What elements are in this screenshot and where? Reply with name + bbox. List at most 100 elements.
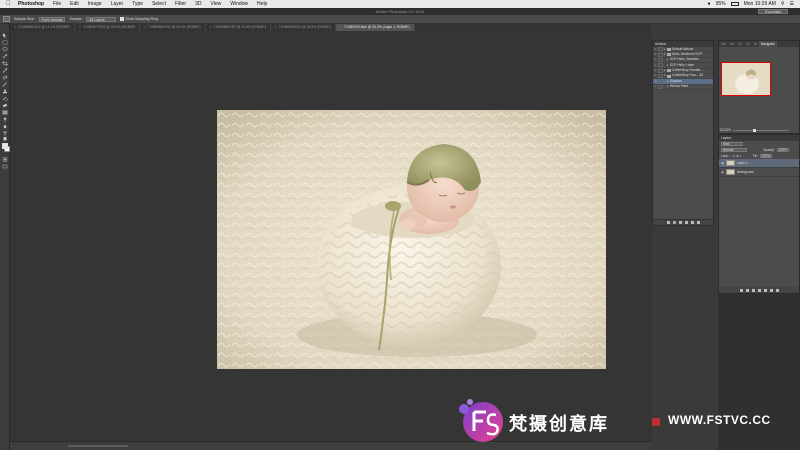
doc-tab[interactable]: × 71SB0851CR2 @ 11.1% (RGB/8*) [10, 24, 75, 31]
dodge-tool-icon[interactable] [2, 117, 8, 122]
clone-stamp-tool-icon[interactable] [2, 89, 8, 94]
dialog-toggle-icon[interactable] [658, 63, 663, 68]
eyedropper-tool-icon[interactable] [2, 68, 8, 73]
search-icon[interactable]: ⚲ [781, 1, 785, 7]
close-icon[interactable]: × [144, 25, 146, 29]
marquee-tool-icon[interactable] [2, 40, 8, 45]
dialog-toggle-icon[interactable] [658, 57, 663, 62]
new-layer-icon[interactable] [769, 288, 773, 292]
brush-tool-icon[interactable] [2, 82, 8, 87]
sample-select[interactable]: All Layers [86, 16, 117, 22]
layer-row-selected[interactable]: ◉ Layer 1 [719, 159, 799, 168]
checkbox-icon[interactable] [120, 17, 125, 22]
fill-input[interactable]: 100% [759, 154, 773, 158]
layer-row[interactable]: ◉ Background [719, 168, 799, 177]
hand-tool-icon[interactable] [2, 136, 8, 141]
action-item[interactable]: ✓ ▸ Wet as Paint [653, 84, 713, 91]
document-canvas[interactable] [10, 31, 652, 441]
clock[interactable]: Mon 10:29 AM [744, 1, 776, 7]
blend-mode-select[interactable]: Normal [721, 148, 747, 152]
move-tool-icon[interactable] [2, 33, 8, 38]
tab-color[interactable]: Co [736, 41, 744, 47]
lasso-tool-icon[interactable] [2, 47, 8, 52]
play-icon[interactable] [678, 221, 682, 224]
doc-tab[interactable]: × 71SB0883CR2 @ 33.3% (RGB/8*) [206, 24, 271, 31]
menu-help[interactable]: Help [257, 1, 267, 7]
group-icon[interactable] [763, 288, 767, 292]
slider-knob[interactable] [753, 129, 756, 132]
doc-tab[interactable]: × 71SB0882CR2 @ 33.3% (RGB/8*) [140, 24, 206, 31]
new-action-icon[interactable] [690, 221, 694, 224]
menu-edit[interactable]: Edit [70, 1, 79, 7]
menu-file[interactable]: File [53, 1, 61, 7]
menu-window[interactable]: Window [230, 1, 248, 7]
menu-3d[interactable]: 3D [195, 1, 201, 7]
history-brush-tool-icon[interactable] [2, 96, 8, 101]
screen-mode-icon[interactable] [2, 164, 8, 169]
tab-navigator[interactable]: Navigator [759, 41, 777, 47]
menu-layer[interactable]: Layer [111, 1, 124, 7]
layer-name[interactable]: Background [737, 170, 754, 174]
horizontal-scrollbar[interactable] [68, 445, 128, 447]
show-sampling-ring-toggle[interactable]: Show Sampling Ring [120, 17, 158, 22]
crop-tool-icon[interactable] [2, 61, 8, 66]
dialog-toggle-icon[interactable] [658, 74, 663, 79]
menu-view[interactable]: View [211, 1, 222, 7]
dialog-toggle-icon[interactable] [658, 79, 663, 84]
dialog-toggle-icon[interactable] [658, 47, 663, 52]
eye-icon[interactable]: ◉ [719, 170, 726, 174]
eyedropper-preset-icon[interactable] [3, 16, 10, 22]
lock-icon[interactable]: ▫ ✎ ✥ ▪ [731, 153, 741, 159]
new-set-icon[interactable] [684, 221, 688, 224]
dialog-toggle-icon[interactable] [658, 84, 663, 89]
battery-icon[interactable] [730, 2, 739, 6]
sample-size-select[interactable]: Point Sample [38, 16, 66, 22]
navigator-zoom-slider[interactable] [733, 129, 789, 132]
menu-select[interactable]: Select [152, 1, 166, 7]
tab-history[interactable]: His [719, 41, 728, 47]
close-icon[interactable]: × [275, 25, 277, 29]
tab-paths[interactable]: Pa [744, 41, 752, 47]
workspace-switcher[interactable]: Essentials [758, 9, 788, 14]
healing-brush-tool-icon[interactable] [2, 75, 8, 80]
record-icon[interactable] [672, 221, 676, 224]
doc-tab-active[interactable]: × 71SB0910.tiwe @ 33.3% (Layer 1, RGB/8*) [336, 24, 415, 31]
gradient-tool-icon[interactable] [2, 110, 8, 115]
close-icon[interactable]: × [340, 25, 342, 29]
tab-swatches[interactable]: Sw [728, 41, 736, 47]
doc-tab[interactable]: × 71SB0903CR2 @ 33.3% (RGB/8*) [271, 24, 336, 31]
link-icon[interactable] [739, 288, 743, 292]
close-icon[interactable]: × [79, 25, 81, 29]
wifi-icon[interactable]: ● [708, 1, 711, 7]
navigator-zoom-value[interactable]: 33.33% [720, 128, 731, 132]
menu-list-icon[interactable]: ☰ [790, 1, 794, 7]
close-icon[interactable]: × [210, 25, 212, 29]
close-icon[interactable]: × [14, 25, 16, 29]
stop-icon[interactable] [666, 221, 670, 224]
newborn-photo[interactable] [217, 110, 606, 369]
doc-tab[interactable]: × 71SB0877CR2 @ 33.3% (RGB/8*) [75, 24, 141, 31]
trash-icon[interactable] [696, 221, 700, 224]
kind-filter-select[interactable]: Kind [721, 142, 743, 146]
eraser-tool-icon[interactable] [2, 103, 8, 108]
menu-filter[interactable]: Filter [175, 1, 186, 7]
navigator-thumbnail[interactable] [721, 62, 771, 96]
fx-icon[interactable] [745, 288, 749, 292]
app-menu[interactable]: Photoshop [18, 1, 44, 7]
layer-name[interactable]: Layer 1 [737, 161, 748, 165]
adjustment-icon[interactable] [757, 288, 761, 292]
menu-type[interactable]: Type [132, 1, 143, 7]
menu-image[interactable]: Image [88, 1, 102, 7]
apple-icon[interactable]:  [6, 1, 12, 7]
trash-icon[interactable] [775, 288, 779, 292]
quick-select-tool-icon[interactable] [2, 54, 8, 59]
mask-icon[interactable] [751, 288, 755, 292]
foreground-color-swatch[interactable] [2, 143, 8, 149]
dialog-toggle-icon[interactable] [658, 68, 663, 73]
tab-styles[interactable]: St [752, 41, 759, 47]
pen-tool-icon[interactable] [2, 124, 8, 129]
dialog-toggle-icon[interactable] [658, 52, 663, 57]
eye-icon[interactable]: ◉ [719, 161, 726, 165]
opacity-input[interactable]: 100% [776, 148, 789, 152]
quick-mask-icon[interactable] [2, 157, 8, 162]
